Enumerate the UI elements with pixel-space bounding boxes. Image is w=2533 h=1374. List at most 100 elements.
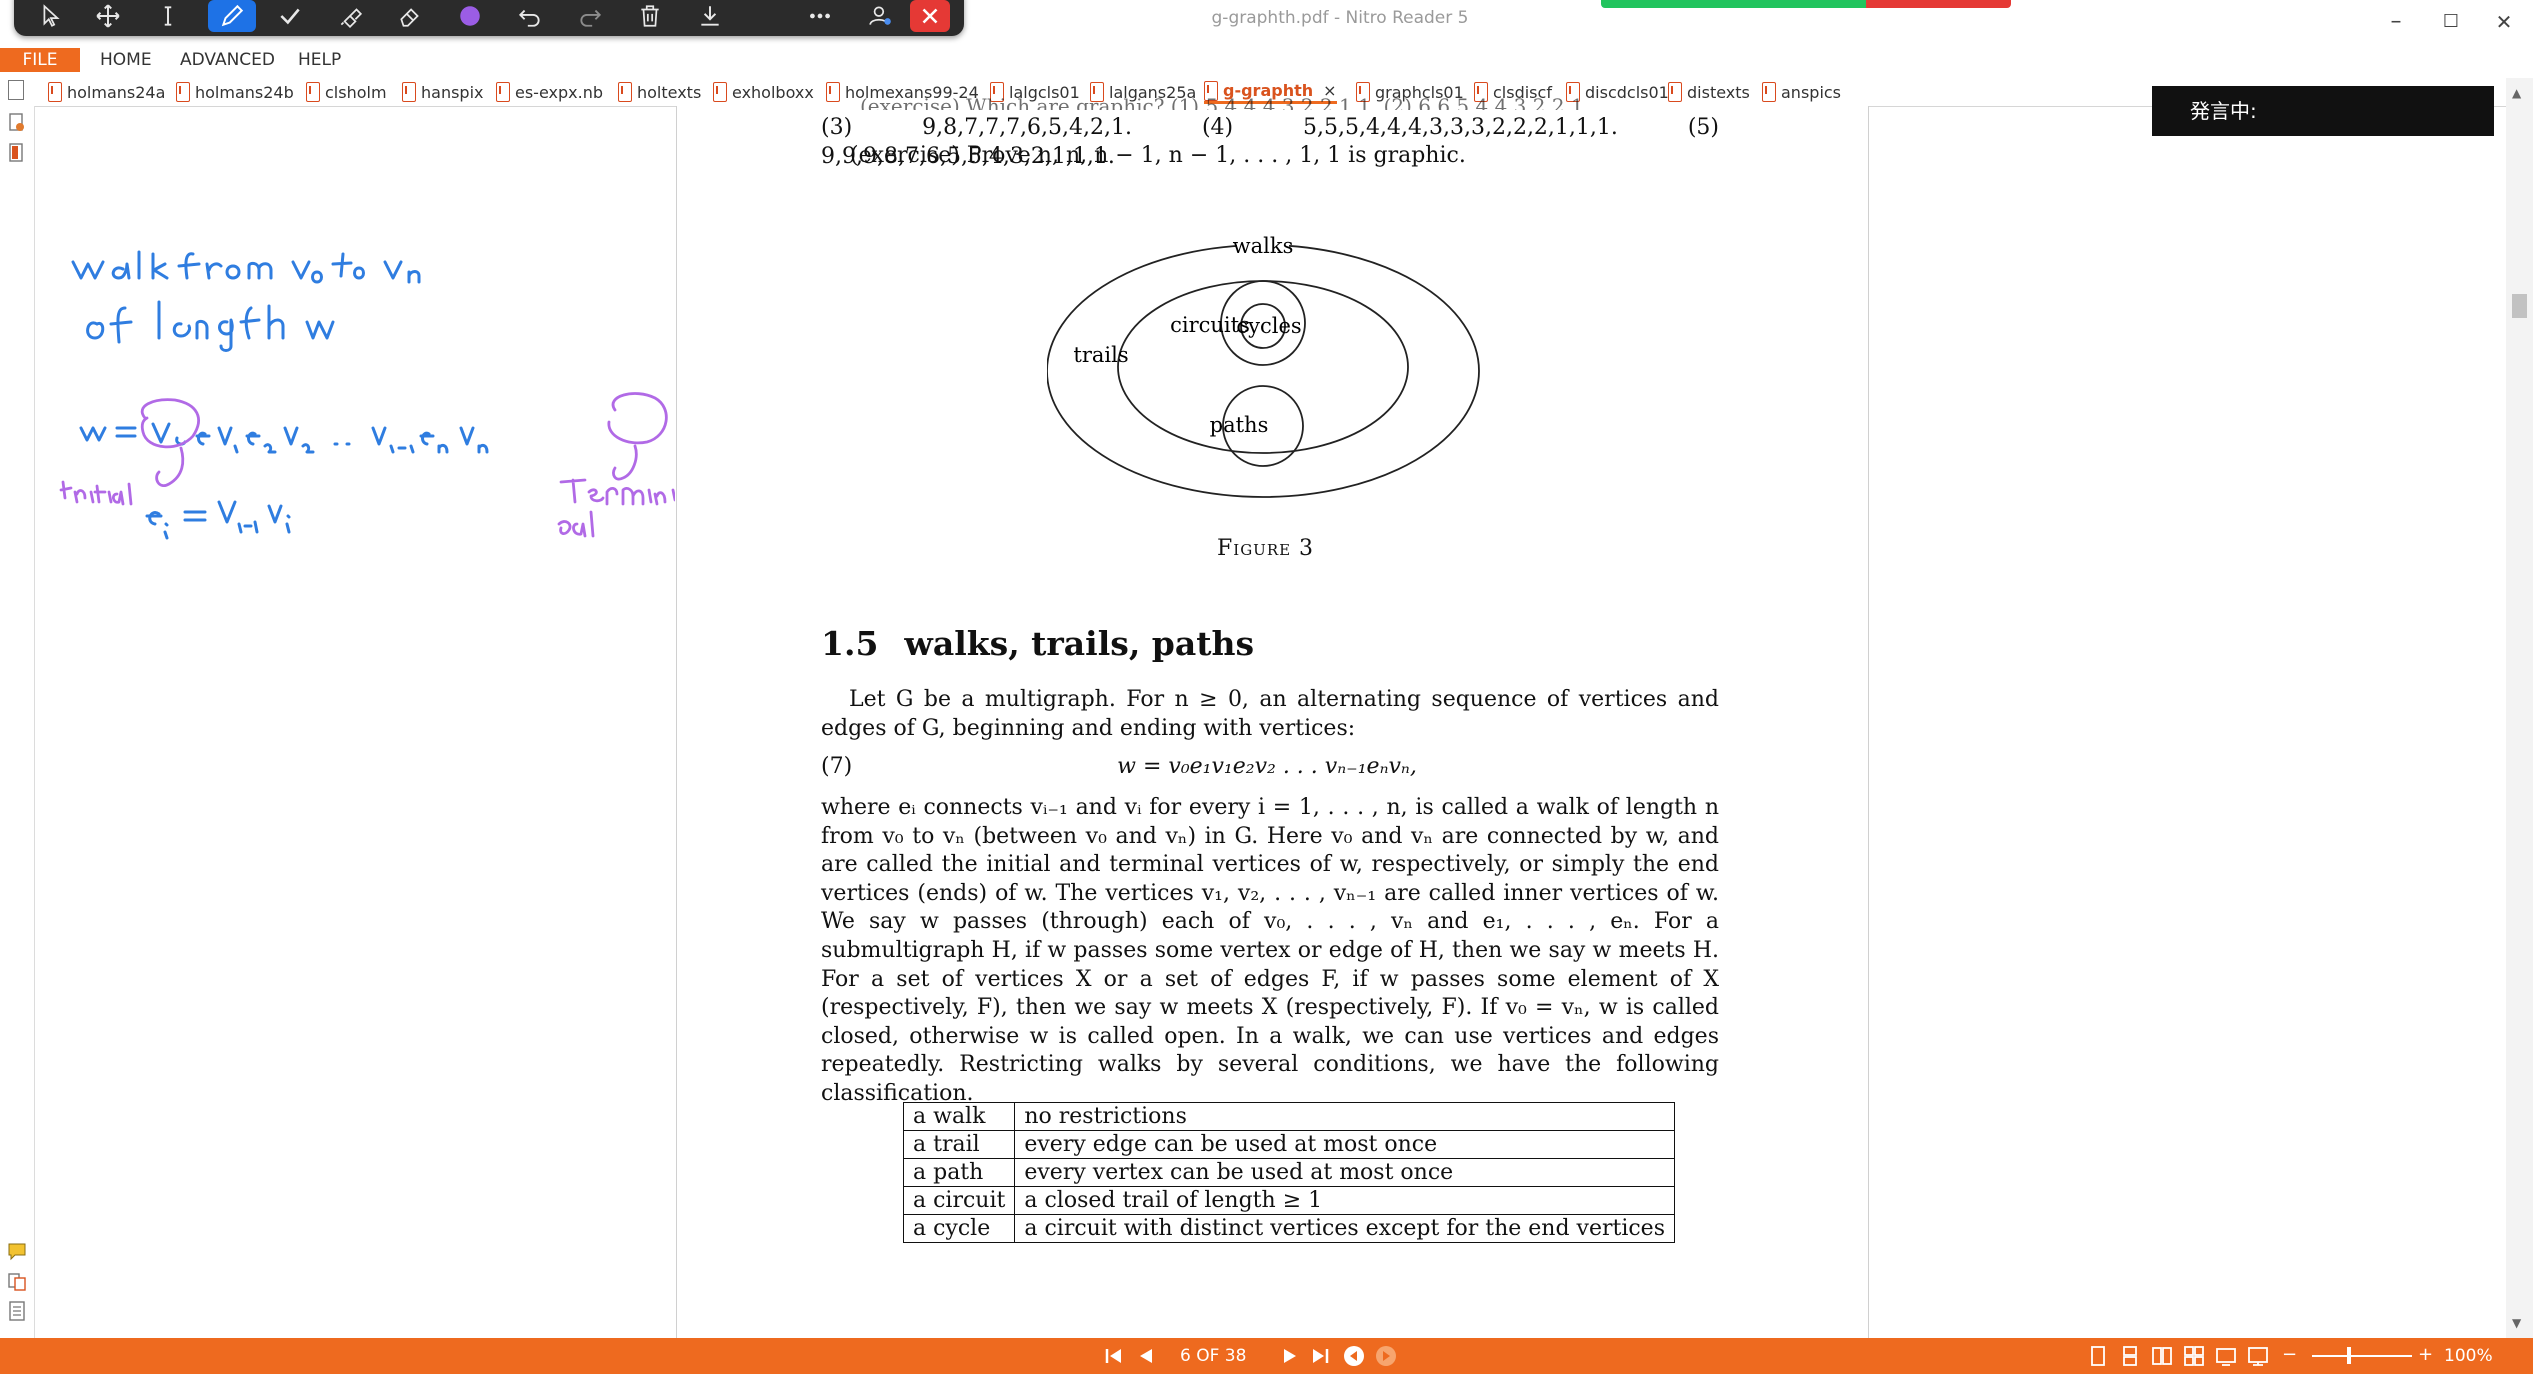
section-number: 1.5 (821, 624, 879, 663)
tab-hanspix[interactable]: hanspix (402, 80, 484, 104)
zoom-out-button[interactable]: − (2282, 1344, 2297, 1365)
pdf-file-icon (826, 82, 840, 102)
scrollbar-thumb[interactable] (2512, 294, 2527, 318)
settings-person-icon[interactable] (860, 0, 900, 32)
pen-color-icon[interactable] (450, 0, 490, 32)
section-heading: 1.5 walks, trails, paths (821, 624, 1254, 663)
page-previous-line-fragment: (exercise) Which are graphic? (1) 5,4,4,… (860, 94, 1590, 110)
pdf-file-icon (48, 82, 62, 102)
tab-clsholm[interactable]: clsholm (306, 80, 387, 104)
pdf-file-icon (713, 82, 727, 102)
next-page-icon[interactable] (1278, 1344, 1302, 1368)
annotation-toolbar (14, 0, 964, 36)
table-cell-term: a walk (902, 1102, 1016, 1131)
vertical-scrollbar[interactable]: ▲ ▼ (2506, 78, 2533, 1338)
menu-help[interactable]: HELP (298, 48, 341, 72)
toolbar-close-icon[interactable] (910, 0, 950, 32)
single-page-view-icon[interactable] (2086, 1344, 2110, 1368)
pdf-file-icon (402, 82, 416, 102)
walk-definition-paragraph: where eᵢ connects vᵢ₋₁ and vᵢ for every … (821, 795, 1719, 1106)
pdf-file-icon (496, 82, 510, 102)
maximize-button[interactable]: ☐ (2421, 4, 2481, 40)
table-cell-term: a cycle (902, 1214, 1016, 1243)
tab-holmans24b[interactable]: holmans24b (176, 80, 294, 104)
select-pointer-icon[interactable] (32, 0, 72, 32)
undo-icon[interactable] (510, 0, 550, 32)
facing-view-icon[interactable] (2150, 1344, 2174, 1368)
window-close-button[interactable]: ✕ (2474, 4, 2533, 40)
trash-icon[interactable] (630, 0, 670, 32)
document-list-icon[interactable] (8, 80, 24, 100)
previous-page-icon[interactable] (1134, 1344, 1158, 1368)
tab-holmans24a[interactable]: holmans24a (48, 80, 165, 104)
handwritten-notes-canvas (59, 250, 675, 540)
tab-label: es-expx.nb (515, 82, 603, 102)
attachments-icon[interactable] (7, 1270, 27, 1292)
status-bar: 6 OF 38 − + 100% (0, 1338, 2533, 1374)
first-page-icon[interactable] (1102, 1344, 1126, 1368)
walks-ellipse (1047, 244, 1480, 498)
classification-table: a walk no restrictions a trail every edge … (902, 1102, 1675, 1243)
zoom-slider-handle[interactable] (2347, 1347, 2351, 1364)
table-row: a path every vertex can be used at most o… (902, 1158, 1675, 1187)
facing-continuous-view-icon[interactable] (2182, 1344, 2206, 1368)
continuous-view-icon[interactable] (2118, 1344, 2142, 1368)
tab-es-expx[interactable]: es-expx.nb (496, 80, 603, 104)
pdf-file-icon (176, 82, 190, 102)
fullscreen-icon[interactable] (2246, 1344, 2270, 1368)
handwriting-blue-ei (145, 500, 291, 540)
section-title: walks, trails, paths (904, 624, 1255, 663)
menu-file[interactable]: FILE (0, 48, 80, 72)
menu-bar: FILE HOME ADVANCED HELP (0, 44, 2533, 76)
highlighter-icon[interactable] (330, 0, 370, 32)
back-view-icon[interactable] (1342, 1344, 1366, 1368)
pages-panel-icon[interactable] (7, 1300, 27, 1322)
left-panel-strip (0, 106, 35, 1338)
exercise-line: (exercise) Prove n, n, n − 1, n − 1, . .… (850, 143, 1466, 168)
table-cell-term: a circuit (902, 1186, 1016, 1215)
pdf-file-icon (618, 82, 632, 102)
tab-label: holmans24a (67, 82, 166, 102)
figure-caption: Figure 3 (1217, 536, 1315, 561)
menu-advanced[interactable]: ADVANCED (180, 48, 275, 72)
label-walks: walks (1233, 234, 1294, 258)
text-cursor-icon[interactable] (148, 0, 188, 32)
walk-equation: w = v₀e₁v₁e₂v₂ . . . vₙ₋₁eₙvₙ, (1117, 754, 1417, 779)
checkmark-icon[interactable] (270, 0, 310, 32)
forward-view-icon[interactable] (1374, 1344, 1398, 1368)
label-cycles: cycles (1236, 314, 1301, 338)
scroll-up-icon[interactable]: ▲ (2512, 86, 2521, 100)
download-icon[interactable] (690, 0, 730, 32)
last-page-icon[interactable] (1308, 1344, 1332, 1368)
eraser-icon[interactable] (390, 0, 430, 32)
more-options-icon[interactable] (800, 0, 840, 32)
move-icon[interactable] (88, 0, 128, 32)
fit-width-icon[interactable] (2214, 1344, 2238, 1368)
page-indicator[interactable]: 6 OF 38 (1180, 1346, 1246, 1366)
table-row: a circuit a closed trail of length ≥ 1 (902, 1186, 1675, 1215)
zoom-in-button[interactable]: + (2418, 1344, 2433, 1365)
table-cell-definition: a closed trail of length ≥ 1 (1014, 1186, 1675, 1215)
redo-icon[interactable] (570, 0, 610, 32)
tab-anspics[interactable]: anspics (1762, 80, 1841, 104)
equation-number: (7) (821, 754, 853, 779)
zoom-slider-track[interactable] (2312, 1355, 2412, 1357)
comments-icon[interactable] (7, 1240, 27, 1262)
bookmark-icon[interactable] (7, 142, 27, 164)
tab-label: exholboxx (732, 82, 814, 102)
stamp-icon[interactable] (7, 112, 27, 134)
menu-home[interactable]: HOME (100, 48, 152, 72)
zoom-level[interactable]: 100% (2444, 1346, 2493, 1366)
table-cell-definition: a circuit with distinct vertices except … (1014, 1214, 1675, 1243)
tab-exholboxx[interactable]: exholboxx (713, 80, 814, 104)
table-row: a cycle a circuit with distinct vertices … (902, 1214, 1675, 1243)
minimize-button[interactable]: – (2366, 4, 2426, 40)
table-cell-term: a path (902, 1158, 1016, 1187)
tab-holtexts[interactable]: holtexts (618, 80, 701, 104)
pen-icon[interactable] (208, 0, 256, 32)
window-title: g-graphth.pdf - Nitro Reader 5 (1211, 8, 1469, 28)
scroll-down-icon[interactable]: ▼ (2512, 1316, 2521, 1330)
table-row: a trail every edge can be used at most on… (902, 1130, 1675, 1159)
progress-indicator-red (1866, 0, 2011, 8)
label-trails: trails (1073, 343, 1128, 367)
